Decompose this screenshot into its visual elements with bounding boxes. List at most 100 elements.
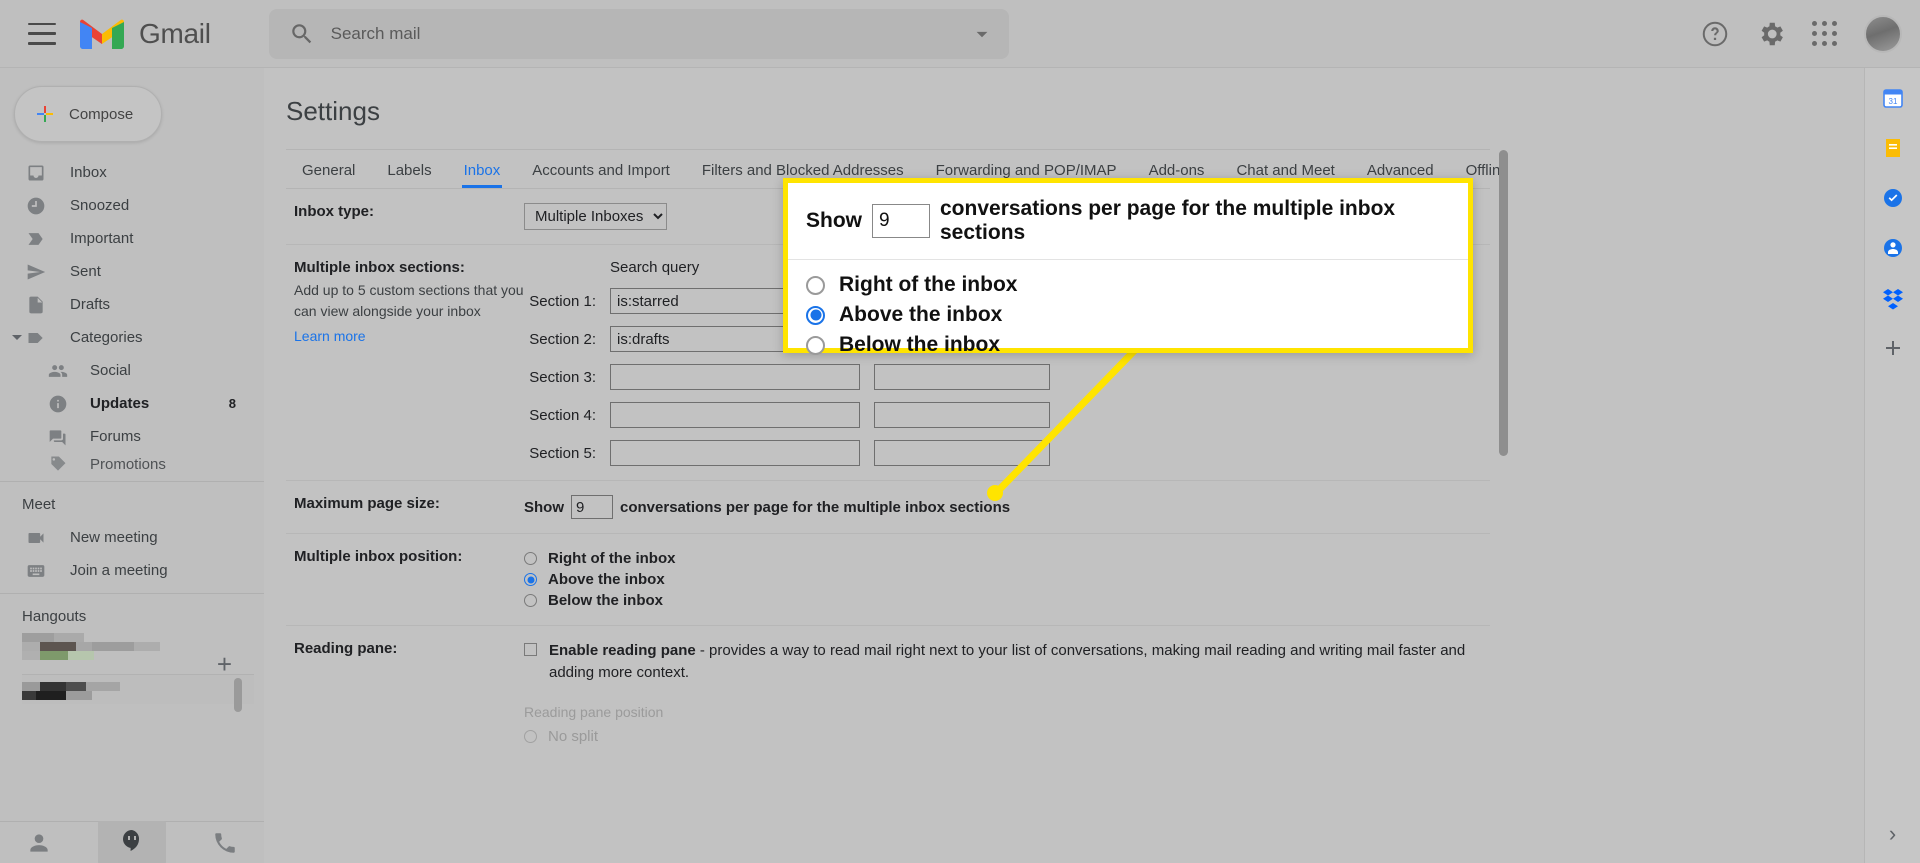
radio-right-of-inbox[interactable]: [524, 552, 537, 565]
reading-pane-no-split-option[interactable]: No split: [524, 726, 1490, 747]
sidebar-item-label: Sent: [70, 263, 101, 280]
add-on-plus-icon[interactable]: [1881, 336, 1905, 360]
section-label: Section 1:: [529, 292, 596, 310]
section-query-input[interactable]: [610, 364, 860, 390]
radio-no-split[interactable]: [524, 729, 537, 743]
gmail-m-icon: [80, 19, 124, 49]
section-row: Section 5:: [524, 440, 1490, 466]
show-prefix-label: Show: [524, 498, 564, 516]
sidebar-divider: [0, 481, 264, 482]
google-keep-icon[interactable]: [1881, 136, 1905, 160]
sidebar-item-snoozed[interactable]: Snoozed: [0, 189, 264, 222]
google-calendar-icon[interactable]: 31: [1881, 86, 1905, 110]
tab-labels[interactable]: Labels: [371, 162, 447, 188]
sidebar-item-label: New meeting: [70, 529, 158, 546]
help-icon[interactable]: [1700, 19, 1730, 49]
search-options-chevron-icon[interactable]: [969, 21, 995, 47]
search-input[interactable]: [330, 23, 969, 44]
reading-pane-control: Enable reading pane - provides a way to …: [524, 640, 1490, 684]
multiple-sections-label: Multiple inbox sections: Add up to 5 cus…: [286, 259, 524, 466]
sidebar-item-updates[interactable]: Updates 8: [0, 387, 264, 420]
sidebar-item-label: Social: [90, 362, 131, 379]
sidebar-item-drafts[interactable]: Drafts: [0, 288, 264, 321]
sidebar-item-label: Important: [70, 230, 134, 247]
sidebar-item-sent[interactable]: Sent: [0, 255, 264, 288]
callout-radio-below-inbox[interactable]: [806, 335, 825, 355]
callout-radio-above-inbox[interactable]: [806, 305, 825, 325]
sidebar-item-label: Promotions: [90, 455, 166, 473]
search-bar[interactable]: [268, 8, 1009, 59]
position-option-label: Above the inbox: [548, 571, 665, 588]
sidebar-item-new-meeting[interactable]: New meeting: [0, 521, 264, 554]
section-name-input[interactable]: [874, 440, 1050, 466]
section-query-input[interactable]: [610, 402, 860, 428]
sidebar-item-important[interactable]: Important: [0, 222, 264, 255]
page-size-input[interactable]: [571, 495, 613, 519]
sidebar-item-label: Updates: [90, 395, 150, 412]
section-row: Section 4:: [524, 402, 1490, 428]
google-tasks-icon[interactable]: [1881, 186, 1905, 210]
row-reading-pane: Reading pane: Enable reading pane - prov…: [286, 626, 1490, 761]
chevron-right-icon[interactable]: ›: [1889, 821, 1896, 847]
highlight-callout: Show conversations per page for the mult…: [783, 178, 1473, 356]
left-sidebar: Compose Inbox Snoozed Important Sent Dra…: [0, 68, 264, 863]
hamburger-menu-icon[interactable]: [28, 22, 56, 45]
avatar[interactable]: [1864, 15, 1902, 53]
callout-page-size-input[interactable]: [872, 204, 930, 238]
row-multiple-inbox-position: Multiple inbox position: Right of the in…: [286, 534, 1490, 626]
sidebar-item-inbox[interactable]: Inbox: [0, 156, 264, 189]
compose-label: Compose: [69, 105, 134, 123]
tab-general[interactable]: General: [286, 162, 371, 188]
sidebar-item-social[interactable]: Social: [0, 354, 264, 387]
sidebar-item-promotions[interactable]: Promotions: [0, 453, 264, 475]
position-label: Multiple inbox position:: [294, 548, 463, 565]
callout-option-below[interactable]: Below the inbox: [806, 330, 1468, 360]
reading-pane-label: Reading pane:: [294, 640, 398, 657]
radio-above-inbox[interactable]: [524, 573, 537, 586]
radio-below-inbox[interactable]: [524, 594, 537, 607]
section-label: Section 3:: [529, 368, 596, 386]
multiple-sections-description: Add up to 5 custom sections that you can…: [294, 282, 524, 319]
sidebar-item-label: Join a meeting: [70, 562, 168, 579]
hangouts-icon[interactable]: [98, 821, 166, 863]
callout-option-above[interactable]: Above the inbox: [806, 300, 1468, 330]
contacts-icon[interactable]: [26, 830, 52, 856]
dropbox-icon[interactable]: [1881, 286, 1905, 310]
enable-reading-pane-checkbox[interactable]: [524, 643, 537, 656]
sidebar-item-categories[interactable]: Categories: [0, 321, 264, 354]
position-option-above[interactable]: Above the inbox: [524, 569, 1490, 590]
keyboard-icon: [27, 564, 45, 577]
position-option-right[interactable]: Right of the inbox: [524, 548, 1490, 569]
no-split-label: No split: [548, 727, 599, 745]
callout-page-size-row: Show conversations per page for the mult…: [788, 183, 1468, 260]
callout-option-label: Above the inbox: [839, 303, 1003, 326]
callout-position-options: Right of the inbox Above the inbox Below…: [788, 260, 1468, 360]
section-name-input[interactable]: [874, 402, 1050, 428]
compose-button[interactable]: Compose: [14, 86, 162, 142]
max-page-size-control: Show conversations per page for the mult…: [524, 495, 1490, 519]
google-contacts-icon[interactable]: [1881, 236, 1905, 260]
learn-more-link[interactable]: Learn more: [294, 328, 366, 344]
tag-icon: [51, 456, 66, 471]
section-label: Section 5:: [529, 444, 596, 462]
label-important-icon: [28, 232, 43, 245]
section-name-input[interactable]: [874, 364, 1050, 390]
tab-accounts-and-import[interactable]: Accounts and Import: [516, 162, 686, 188]
sidebar-item-join-meeting[interactable]: Join a meeting: [0, 554, 264, 587]
apps-grid-icon[interactable]: [1812, 21, 1838, 47]
reading-pane-position-label: Reading pane position: [524, 703, 664, 720]
main-scrollbar[interactable]: [1499, 150, 1508, 456]
tab-inbox[interactable]: Inbox: [448, 162, 517, 188]
callout-radio-right-of-inbox[interactable]: [806, 275, 825, 295]
gear-icon[interactable]: [1756, 19, 1786, 49]
inbox-type-select[interactable]: Multiple Inboxes: [524, 203, 667, 230]
section-query-input[interactable]: [610, 440, 860, 466]
callout-option-right[interactable]: Right of the inbox: [806, 270, 1468, 300]
right-rail: 31 ›: [1864, 68, 1920, 863]
phone-icon[interactable]: [212, 830, 238, 856]
position-option-below[interactable]: Below the inbox: [524, 590, 1490, 611]
gmail-logo[interactable]: Gmail: [78, 16, 211, 52]
sidebar-item-forums[interactable]: Forums: [0, 420, 264, 453]
inbox-type-label: Inbox type:: [294, 203, 375, 220]
chevron-down-icon[interactable]: [12, 335, 22, 340]
